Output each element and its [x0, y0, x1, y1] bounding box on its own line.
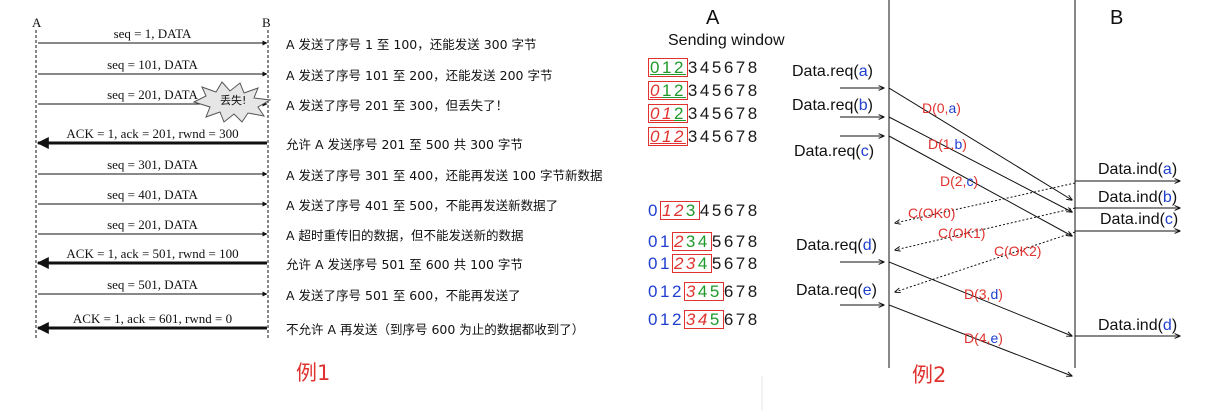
message-description: A 发送了序号 201 至 300，但丢失了！	[286, 98, 509, 113]
caption-ex2: 例2	[912, 363, 947, 387]
message-description: A 超时重传旧的数据，但不能发送新的数据	[286, 228, 524, 243]
ack-label-ok1: C(OK1)	[938, 225, 986, 241]
data-ind-b: Data.ind(b)	[1098, 189, 1178, 206]
message-label: seq = 301, DATA	[107, 157, 198, 172]
message-description: A 发送了序号 401 至 500，不能再发送新数据了	[286, 198, 559, 213]
message-label: ACK = 1, ack = 201, rwnd = 300	[66, 126, 239, 141]
frame-d0	[888, 87, 1072, 200]
frame-label-d0: D(0,a)	[922, 100, 961, 116]
message-label: ACK = 1, ack = 501, rwnd = 100	[66, 246, 239, 261]
message-label: seq = 501, DATA	[107, 277, 198, 292]
message-description: A 发送了序号 101 至 200，还能发送 200 字节	[286, 68, 553, 83]
message-description: A 发送了序号 501 至 600，不能再发送了	[286, 288, 521, 303]
data-req-e: Data.req(e)	[796, 282, 877, 299]
message-label: seq = 1, DATA	[113, 26, 192, 41]
message-description: A 发送了序号 301 至 400，还能再发送 100 字节新数据	[286, 168, 603, 183]
frame-label-d3: D(3,d)	[964, 286, 1003, 302]
data-req-a: Data.req(a)	[792, 63, 873, 80]
window-row-3: 012 345678	[648, 104, 760, 123]
frame-label-d4: D(4,e)	[964, 330, 1003, 346]
frame-d1	[888, 116, 1072, 212]
window-row-5: 0 123 45678	[648, 201, 760, 220]
message-label: ACK = 1, ack = 601, rwnd = 0	[72, 311, 233, 326]
window-row-7: 01 234 5678	[648, 254, 760, 273]
window-row-1: 012 345678	[648, 58, 760, 77]
window-row-9: 012 345 678	[648, 310, 760, 329]
data-req-c: Data.req(c)	[794, 143, 875, 160]
message-description: 允许 A 发送序号 201 至 500 共 300 字节	[286, 137, 523, 152]
ack-label-ok0: C(OK0)	[908, 205, 956, 221]
ack-ok2	[895, 231, 1076, 292]
host-b-label-ex2: B	[1110, 7, 1124, 29]
message-label: seq = 201, DATA	[107, 217, 198, 232]
message-label: seq = 201, DATA	[107, 87, 198, 102]
caption-ex1: 例1	[296, 361, 331, 385]
data-ind-d: Data.ind(d)	[1098, 317, 1178, 334]
message-description: A 发送了序号 1 至 100，还能发送 300 字节	[286, 37, 537, 52]
message-label: seq = 401, DATA	[107, 187, 198, 202]
message-description: 允许 A 发送序号 501 至 600 共 100 字节	[286, 257, 523, 272]
message-description: 不允许 A 再发送（到序号 600 为止的数据都收到了）	[286, 322, 585, 337]
frame-d2	[888, 135, 1072, 236]
window-row-8: 012 345 678	[648, 282, 760, 301]
window-row-4: 012 345678	[648, 127, 760, 146]
data-ind-c: Data.ind(c)	[1100, 211, 1179, 228]
data-req-d: Data.req(d)	[796, 237, 877, 254]
frame-label-d2: D(2,c)	[940, 173, 979, 189]
data-ind-a: Data.ind(a)	[1098, 161, 1178, 178]
data-req-b: Data.req(b)	[792, 97, 873, 114]
message-label: seq = 101, DATA	[107, 57, 198, 72]
window-row-2: 012 345678	[648, 81, 760, 100]
ack-label-ok2: C(OK2)	[994, 243, 1042, 259]
sending-window-title: Sending window	[668, 32, 785, 49]
frame-label-d1: D(1,b)	[928, 136, 967, 152]
window-row-6: 01 234 5678	[648, 232, 760, 251]
host-a-label-ex2: A	[706, 7, 720, 29]
